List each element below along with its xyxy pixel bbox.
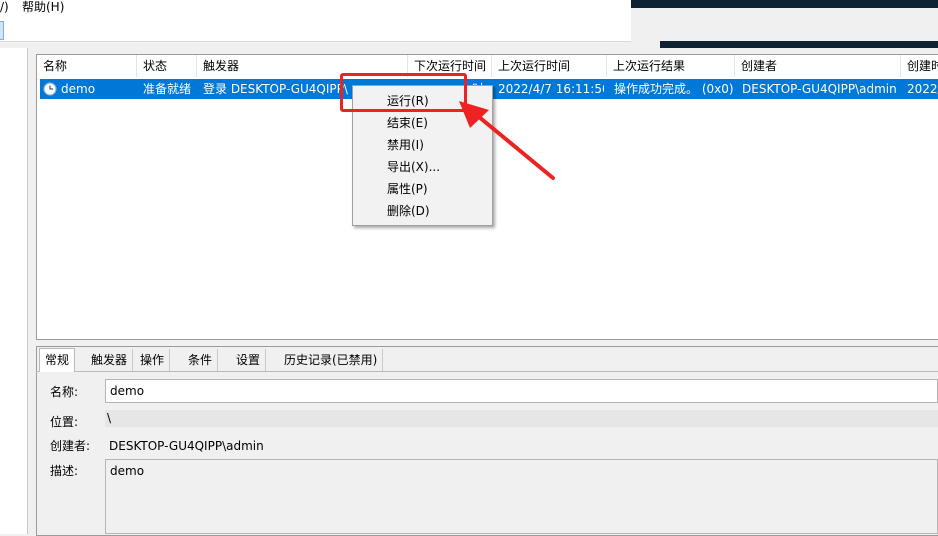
location-label: 位置:: [50, 415, 79, 429]
task-created-cell: 2022/: [907, 82, 938, 96]
tab-settings[interactable]: 设置: [231, 349, 267, 371]
menu-item-delete[interactable]: 删除(D): [387, 200, 430, 222]
description-label: 描述:: [50, 464, 79, 478]
task-trigger-cell: 登录 DESKTOP-GU4QIPP\: [203, 82, 348, 96]
column-header-created[interactable]: 创建时: [901, 55, 938, 77]
navigation-tree-pane[interactable]: [0, 48, 28, 534]
tab-strip-divider: [36, 371, 938, 372]
clock-icon: [43, 82, 57, 96]
annotation-highlight-box: [340, 73, 467, 112]
column-header-name[interactable]: 名称: [37, 55, 137, 77]
tab-history[interactable]: 历史记录(已禁用): [279, 349, 384, 371]
tab-conditions[interactable]: 条件: [183, 349, 219, 371]
description-field[interactable]: demo: [105, 459, 938, 534]
task-creator-cell: DESKTOP-GU4QIPP\admin: [742, 82, 897, 96]
menu-item-export[interactable]: 导出(X)...: [387, 156, 440, 178]
tab-general[interactable]: 常规: [39, 348, 76, 372]
tab-actions[interactable]: 操作: [135, 349, 171, 371]
task-status-cell: 准备就绪: [143, 82, 192, 96]
author-label: 创建者:: [50, 439, 91, 453]
toolbar: [0, 15, 631, 42]
task-last-run-cell: 2022/4/7 16:11:50: [498, 82, 604, 96]
location-field: [105, 410, 938, 427]
location-value: \: [107, 411, 112, 425]
menu-item-end[interactable]: 结束(E): [387, 112, 428, 134]
column-header-last-result[interactable]: 上次运行结果: [607, 55, 735, 77]
column-header-last-run[interactable]: 上次运行时间: [492, 55, 607, 77]
menu-item-help[interactable]: 帮助(H): [22, 0, 64, 14]
menu-bar: /) 帮助(H): [0, 0, 631, 15]
menu-item-properties[interactable]: 属性(P): [387, 178, 428, 200]
menu-item-partial[interactable]: /): [0, 0, 9, 14]
task-name-cell[interactable]: demo: [61, 79, 133, 99]
background-window-strip: [631, 0, 938, 8]
author-value: DESKTOP-GU4QIPP\admin: [109, 439, 264, 453]
annotation-arrow-icon: [459, 101, 555, 180]
menu-item-disable[interactable]: 禁用(I): [387, 134, 424, 156]
name-label: 名称:: [50, 385, 79, 399]
name-field[interactable]: demo: [105, 379, 938, 403]
column-header-status[interactable]: 状态: [137, 55, 197, 77]
address-field-edge[interactable]: [0, 21, 4, 40]
task-last-result-cell: 操作成功完成。 (0x0): [614, 82, 734, 96]
tab-triggers[interactable]: 触发器: [86, 349, 134, 371]
background-window-strip-lower: [660, 41, 938, 48]
column-header-creator[interactable]: 创建者: [735, 55, 901, 77]
